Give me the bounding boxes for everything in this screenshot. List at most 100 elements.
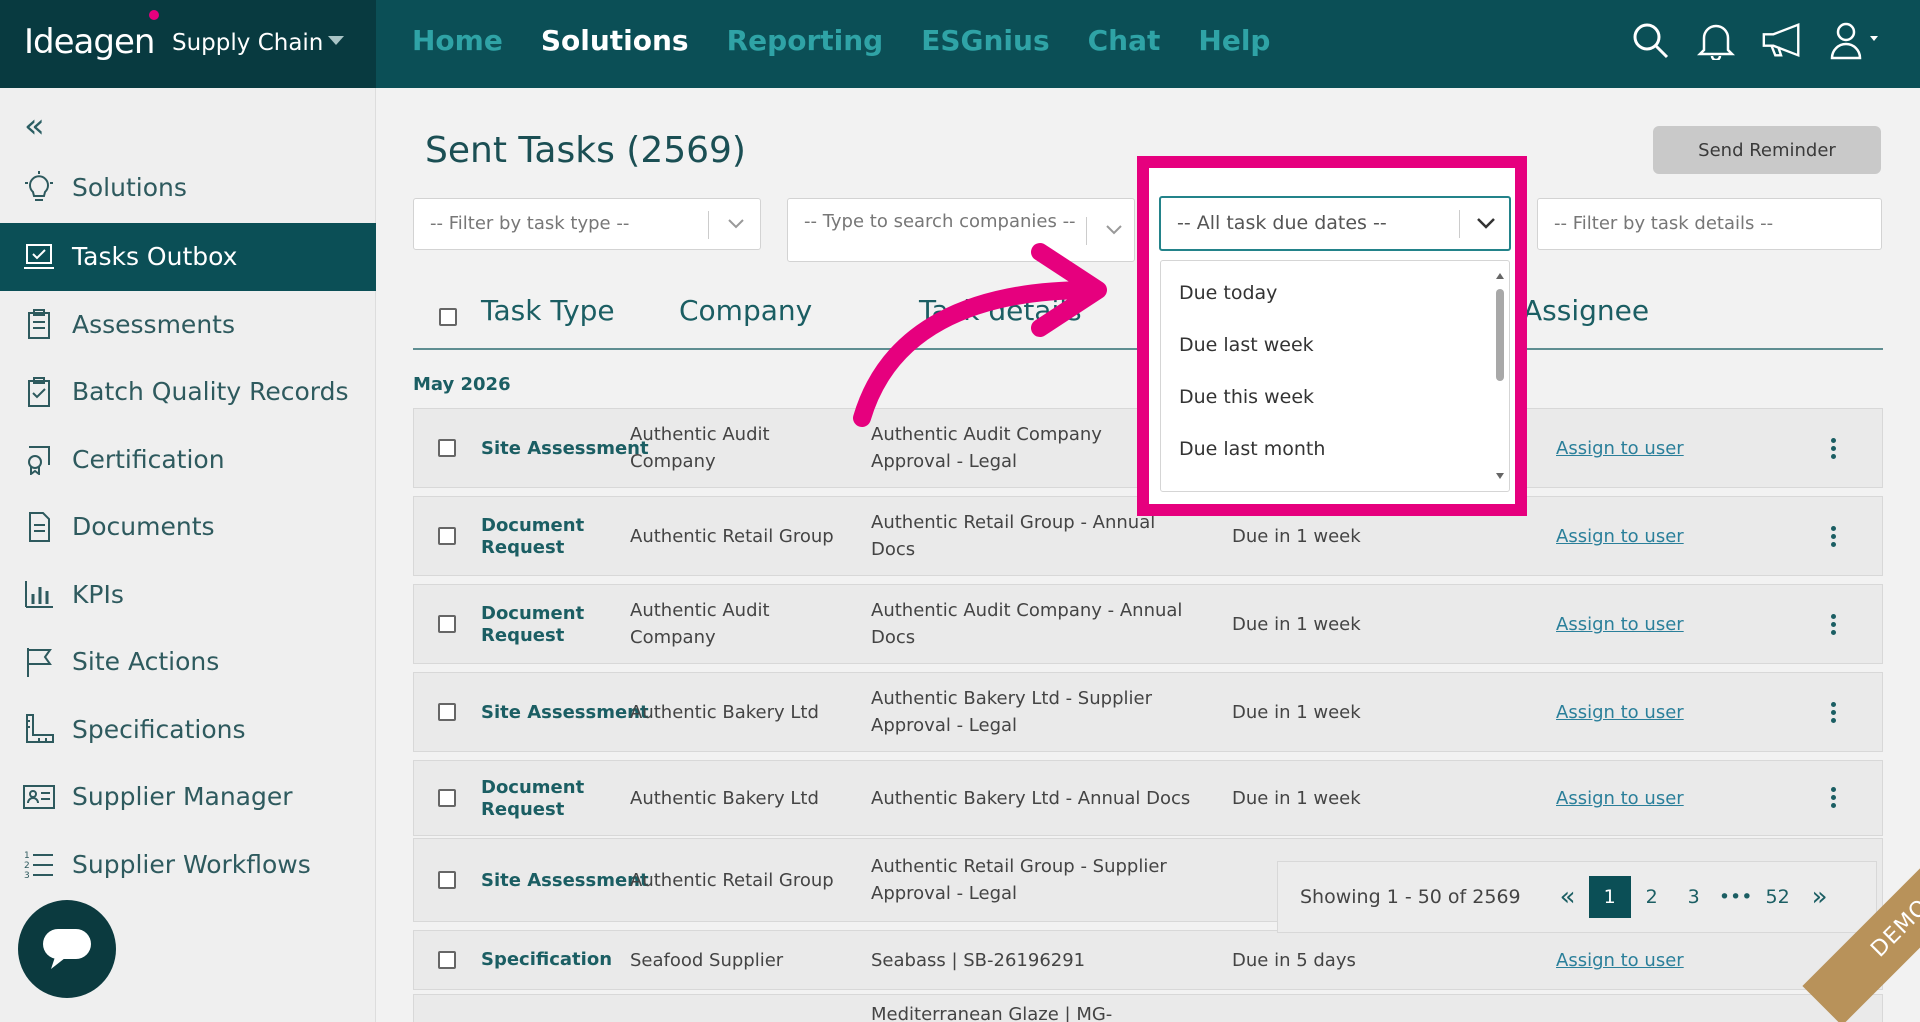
row-task-type[interactable]: Document Request <box>481 515 601 559</box>
lightbulb-icon <box>22 170 56 204</box>
row-more-icon[interactable] <box>1831 787 1837 811</box>
row-task-details: Seabass | SB-26196291 <box>871 950 1086 971</box>
header-company[interactable]: Company <box>679 294 812 327</box>
chat-button[interactable] <box>18 900 116 998</box>
sidebar-item-label: Documents <box>72 512 215 542</box>
sidebar-item-site-actions[interactable]: Site Actions <box>0 628 376 696</box>
assign-to-user-link[interactable]: Assign to user <box>1556 523 1684 550</box>
sidebar-item-specifications[interactable]: Specifications <box>0 696 376 764</box>
row-more-icon[interactable] <box>1831 438 1837 462</box>
sidebar-item-batch-quality-records[interactable]: Batch Quality Records <box>0 358 376 426</box>
nav-reporting[interactable]: Reporting <box>727 24 884 57</box>
filter-placeholder: -- Type to search companies -- <box>804 211 1076 232</box>
row-more-icon[interactable] <box>1831 702 1837 726</box>
row-more-icon[interactable] <box>1831 526 1837 550</box>
table-row: Mediterranean Glaze | MG- <box>413 994 1883 1022</box>
bell-icon[interactable] <box>1694 18 1738 62</box>
sidebar-item-label: Tasks Outbox <box>72 242 238 272</box>
task-type-filter[interactable]: -- Filter by task type -- <box>413 198 761 250</box>
header-task-type[interactable]: Task Type <box>481 294 615 327</box>
row-task-type[interactable]: Site Assessment <box>481 870 649 892</box>
row-task-type[interactable]: Site Assessment <box>481 702 649 724</box>
document-icon <box>22 510 56 544</box>
svg-text:3: 3 <box>24 871 30 880</box>
table-row: Site Assessment Authentic Bakery Ltd Aut… <box>413 672 1883 752</box>
pagination-page-1[interactable]: 1 <box>1588 876 1631 918</box>
assign-to-user-link[interactable]: Assign to user <box>1556 435 1684 462</box>
header-assignee[interactable]: Assignee <box>1523 294 1649 327</box>
row-company: Authentic Bakery Ltd <box>630 788 819 809</box>
search-icon[interactable] <box>1628 18 1672 62</box>
collapse-sidebar-icon[interactable]: « <box>24 106 45 146</box>
sidebar-item-label: KPIs <box>72 579 124 609</box>
nav-help[interactable]: Help <box>1198 24 1270 57</box>
row-checkbox[interactable] <box>438 439 456 457</box>
row-more-icon[interactable] <box>1831 614 1837 638</box>
chevron-down-icon <box>728 219 744 229</box>
row-company: Authentic Retail Group <box>630 870 834 891</box>
sidebar-item-supplier-manager[interactable]: Supplier Manager <box>0 763 376 831</box>
pagination-next[interactable]: » <box>1799 876 1841 918</box>
numbered-list-icon: 123 <box>22 847 56 881</box>
top-navigation-bar: Ideagen Supply Chain Home Solutions Repo… <box>0 0 1920 88</box>
nav-solutions[interactable]: Solutions <box>541 24 689 57</box>
row-checkbox[interactable] <box>438 951 456 969</box>
assign-to-user-link[interactable]: Assign to user <box>1556 785 1684 812</box>
option-due-last-month[interactable]: Due last month <box>1161 423 1509 475</box>
row-company: Seafood Supplier <box>630 950 784 971</box>
row-due-date: Due in 5 days <box>1232 950 1356 971</box>
row-task-type[interactable]: Site Assessment <box>481 438 649 460</box>
id-card-icon <box>22 780 56 814</box>
row-task-details: Authentic Retail Group - Supplier Approv… <box>871 856 1167 904</box>
row-task-details: Authentic Bakery Ltd - Supplier Approval… <box>871 688 1152 736</box>
sidebar-item-solutions[interactable]: Solutions <box>22 170 187 204</box>
pagination-page-52[interactable]: 52 <box>1757 876 1799 918</box>
row-task-type[interactable]: Specification <box>481 949 612 971</box>
sidebar-item-documents[interactable]: Documents <box>0 493 376 561</box>
sidebar-item-kpis[interactable]: KPIs <box>0 561 376 629</box>
sidebar-item-supplier-workflows[interactable]: 123 Supplier Workflows <box>0 831 376 899</box>
row-task-type[interactable]: Document Request <box>481 777 601 821</box>
megaphone-icon[interactable] <box>1760 18 1804 62</box>
row-due-date: Due in 1 week <box>1232 614 1361 635</box>
row-checkbox[interactable] <box>438 871 456 889</box>
option-due-today[interactable]: Due today <box>1161 267 1509 319</box>
nav-chat[interactable]: Chat <box>1088 24 1161 57</box>
user-menu-icon[interactable] <box>1826 18 1890 62</box>
due-date-filter[interactable]: -- All task due dates -- <box>1159 196 1511 251</box>
assign-to-user-link[interactable]: Assign to user <box>1556 947 1684 974</box>
brand-switcher[interactable]: Ideagen Supply Chain <box>0 0 376 88</box>
sidebar-item-label: Specifications <box>72 714 246 744</box>
nav-esgnius[interactable]: ESGnius <box>921 24 1049 57</box>
row-due-date: Due in 1 week <box>1232 526 1361 547</box>
pagination: Showing 1 - 50 of 2569 « 1 2 3 ••• 52 » <box>1277 861 1877 933</box>
sidebar: « Solutions Tasks Outbox Assessments Bat… <box>0 88 376 1022</box>
row-task-type[interactable]: Document Request <box>481 603 601 647</box>
select-all-checkbox[interactable] <box>439 308 457 326</box>
scrollbar-thumb[interactable] <box>1496 289 1504 381</box>
row-checkbox[interactable] <box>438 703 456 721</box>
table-row: Document Request Authentic Audit Company… <box>413 584 1883 664</box>
assign-to-user-link[interactable]: Assign to user <box>1556 699 1684 726</box>
ruler-icon <box>22 712 56 746</box>
sidebar-item-certification[interactable]: Certification <box>0 426 376 494</box>
pagination-prev[interactable]: « <box>1547 876 1589 918</box>
sidebar-item-assessments[interactable]: Assessments <box>0 291 376 359</box>
sidebar-item-tasks-outbox[interactable]: Tasks Outbox <box>0 223 376 291</box>
pagination-ellipsis: ••• <box>1718 886 1753 908</box>
pagination-page-3[interactable]: 3 <box>1673 876 1715 918</box>
row-task-details: Authentic Bakery Ltd - Annual Docs <box>871 788 1191 809</box>
pagination-page-2[interactable]: 2 <box>1631 876 1673 918</box>
row-checkbox[interactable] <box>438 615 456 633</box>
sidebar-item-label: Supplier Manager <box>72 782 293 812</box>
option-due-this-week[interactable]: Due this week <box>1161 371 1509 423</box>
nav-home[interactable]: Home <box>412 24 503 57</box>
row-company: Authentic Audit Company <box>630 424 770 472</box>
task-details-filter[interactable]: -- Filter by task details -- <box>1537 198 1882 250</box>
assign-to-user-link[interactable]: Assign to user <box>1556 611 1684 638</box>
send-reminder-button[interactable]: Send Reminder <box>1653 126 1881 174</box>
row-checkbox[interactable] <box>438 527 456 545</box>
option-due-last-week[interactable]: Due last week <box>1161 319 1509 371</box>
sidebar-item-label: Solutions <box>72 172 187 202</box>
row-checkbox[interactable] <box>438 789 456 807</box>
